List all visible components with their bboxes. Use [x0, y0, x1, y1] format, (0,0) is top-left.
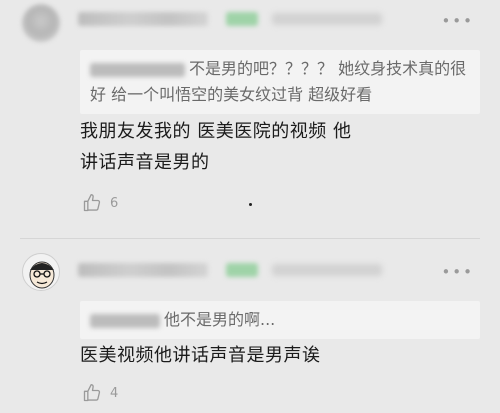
quoted-reply: 他不是男的啊... — [80, 301, 480, 339]
comment-text-line: 讲话声音是男的 — [80, 152, 210, 173]
avatar[interactable] — [22, 4, 60, 42]
quoted-username-blurred — [90, 62, 185, 77]
comment-text-line: 医美视频他讲话声音是男声诶 — [80, 345, 321, 366]
quoted-reply: 不是男的吧？？？？ 她纹身技术真的很好 给一个叫悟空的美女纹过背 超级好看 — [80, 50, 480, 114]
thumbs-up-icon — [83, 384, 101, 402]
comment-text-line: 我朋友发我的 医美医院的视频 他 — [80, 121, 352, 142]
more-icon[interactable]: ••• — [441, 14, 474, 29]
quoted-text: 他不是男的啊... — [164, 310, 276, 329]
comment-text: 医美视频他讲话声音是男声诶 — [80, 340, 480, 371]
more-icon[interactable]: ••• — [441, 265, 474, 280]
user-badge — [226, 263, 258, 277]
timestamp-blurred — [272, 13, 382, 25]
quoted-username-blurred — [90, 313, 160, 328]
artifact-dot — [249, 203, 252, 206]
avatar-face-icon — [29, 261, 55, 289]
avatar[interactable] — [22, 253, 60, 291]
like-count: 4 — [110, 385, 119, 401]
username-blurred[interactable] — [78, 263, 208, 277]
comment-divider — [20, 238, 480, 239]
timestamp-blurred — [272, 264, 382, 276]
thumbs-up-icon — [83, 194, 101, 212]
comment-text: 我朋友发我的 医美医院的视频 他 讲话声音是男的 — [80, 116, 480, 178]
like-count: 6 — [110, 195, 119, 211]
user-badge — [226, 12, 258, 26]
like-button[interactable]: 4 — [82, 383, 118, 403]
username-blurred[interactable] — [78, 12, 208, 26]
like-button[interactable]: 6 — [82, 193, 118, 213]
